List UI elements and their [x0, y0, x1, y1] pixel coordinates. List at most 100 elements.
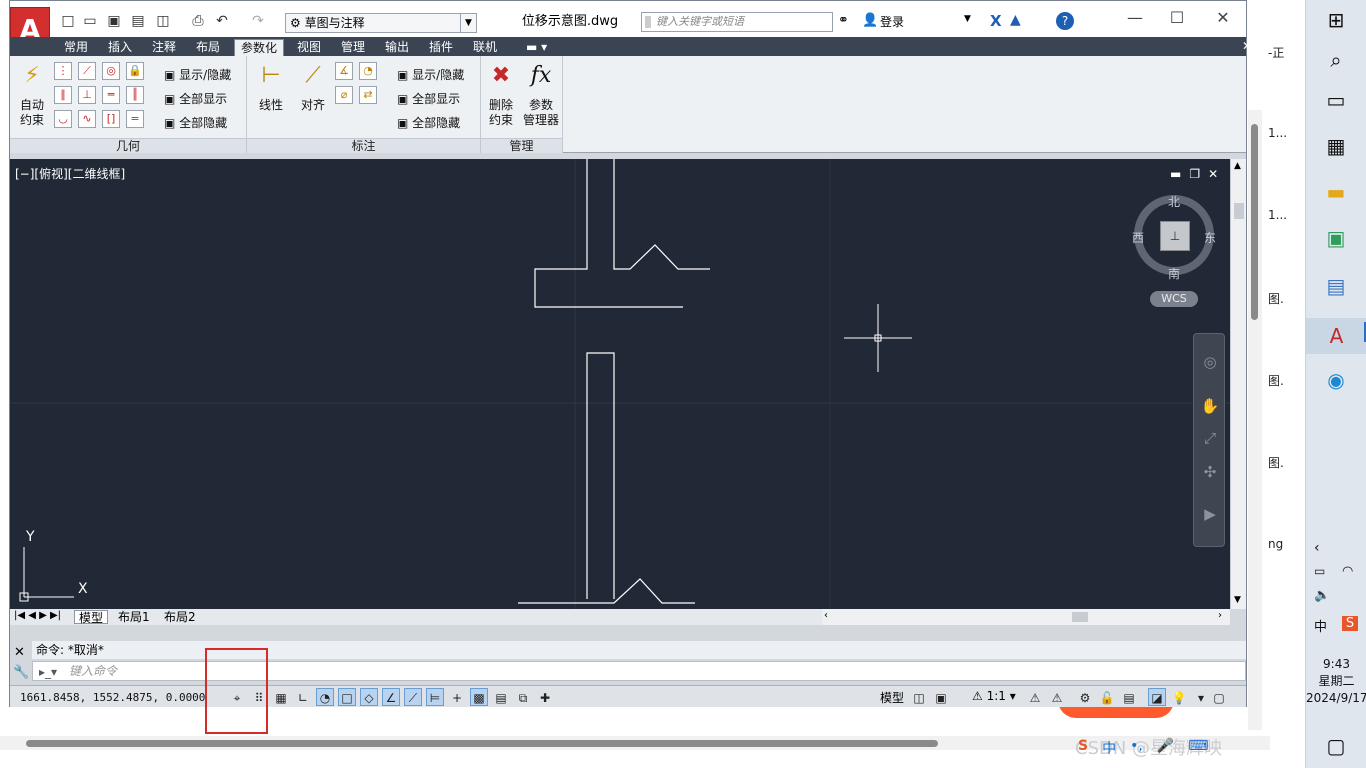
- quick-view-layouts-icon[interactable]: ◫: [910, 688, 928, 706]
- notification-icon[interactable]: ▢: [1322, 732, 1350, 760]
- viewport-minimize-icon[interactable]: ▬: [1170, 167, 1181, 181]
- clock[interactable]: 9:43 星期二 2024/9/17: [1306, 656, 1366, 707]
- status-menu-icon[interactable]: ▾: [1192, 688, 1210, 706]
- tab-annotate[interactable]: 注释: [146, 39, 182, 56]
- compass-east[interactable]: 东: [1204, 229, 1216, 246]
- fix-constraint-icon[interactable]: 🔒: [126, 62, 144, 80]
- show-hide-geometric-button[interactable]: ▣ 显示/隐藏: [164, 66, 231, 83]
- concentric-constraint-icon[interactable]: ◎: [102, 62, 120, 80]
- isolate-objects-icon[interactable]: ◪: [1148, 688, 1166, 706]
- object-snap-icon[interactable]: □: [338, 688, 356, 706]
- save-as-icon[interactable]: ▤: [130, 13, 146, 29]
- undo-icon[interactable]: ↶: [214, 13, 230, 29]
- autocad-taskbar-icon[interactable]: A: [1306, 318, 1366, 354]
- smooth-constraint-icon[interactable]: ∿: [78, 110, 96, 128]
- parameters-manager-button[interactable]: fx 参数 管理器: [519, 60, 563, 128]
- annotation-visibility-icon[interactable]: ⚠: [1026, 688, 1044, 706]
- scroll-thumb[interactable]: [1234, 203, 1244, 219]
- new-file-icon[interactable]: □: [60, 13, 76, 29]
- help-icon[interactable]: ?: [1056, 12, 1074, 30]
- windows-start-icon[interactable]: ⊞: [1322, 6, 1350, 34]
- tab-model[interactable]: 模型: [74, 610, 109, 625]
- tab-parametric[interactable]: 参数化: [234, 39, 285, 56]
- tab-home[interactable]: 常用: [58, 39, 94, 56]
- tab-layout2[interactable]: 布局2: [160, 610, 200, 624]
- diameter-dimension-icon[interactable]: ⌀: [335, 86, 353, 104]
- ribbon-options-icon[interactable]: ▬ ▾: [520, 39, 553, 56]
- geometry-panel-label[interactable]: 几何: [10, 138, 246, 153]
- tangent-constraint-icon[interactable]: ◡: [54, 110, 72, 128]
- tab-plugins[interactable]: 插件: [423, 39, 459, 56]
- coordinate-readout[interactable]: 1661.8458, 1552.4875, 0.0000: [20, 691, 205, 704]
- lightbulb-icon[interactable]: 💡: [1170, 688, 1188, 706]
- vertical-constraint-icon[interactable]: ║: [126, 86, 144, 104]
- parallel-constraint-icon[interactable]: ∥: [54, 86, 72, 104]
- edge-browser-icon[interactable]: ◉: [1322, 366, 1350, 394]
- aligned-dimension-button[interactable]: ⟋ 对齐: [295, 60, 331, 113]
- tab-insert[interactable]: 插入: [102, 39, 138, 56]
- showmotion-icon[interactable]: ▶: [1200, 504, 1220, 524]
- selection-cycling-icon[interactable]: ⧉: [514, 688, 532, 706]
- volume-muted-icon[interactable]: 🔈: [1314, 588, 1330, 603]
- minimize-button[interactable]: —: [1120, 7, 1150, 29]
- workspace-select[interactable]: ⚙ 草图与注释 ▼: [285, 13, 477, 33]
- chevron-up-icon[interactable]: ‹: [1314, 540, 1320, 556]
- scroll-down-icon[interactable]: ▼: [1234, 595, 1241, 605]
- compass-south[interactable]: 南: [1168, 265, 1180, 282]
- ribbon-close-icon[interactable]: ✕: [1242, 39, 1252, 53]
- login-button[interactable]: 登录: [880, 13, 904, 30]
- user-icon[interactable]: 👤: [862, 13, 878, 28]
- collinear-constraint-icon[interactable]: ⟋: [78, 62, 96, 80]
- dynamic-input-icon[interactable]: ⊨: [426, 688, 444, 706]
- open-file-icon[interactable]: ▭: [82, 13, 98, 29]
- pan-hand-icon[interactable]: ✋: [1200, 396, 1220, 416]
- radius-dimension-icon[interactable]: ◔: [359, 62, 377, 80]
- manage-panel-label[interactable]: 管理: [481, 138, 562, 153]
- zoom-extents-icon[interactable]: ⤢: [1200, 428, 1220, 448]
- coincident-constraint-icon[interactable]: ⋮: [54, 62, 72, 80]
- 3d-object-snap-icon[interactable]: ◇: [360, 688, 378, 706]
- annotation-monitor-icon[interactable]: ✚: [536, 688, 554, 706]
- linear-dimension-button[interactable]: ⊢ 线性: [253, 60, 289, 113]
- symmetric-constraint-icon[interactable]: []: [102, 110, 120, 128]
- file-explorer-icon[interactable]: ▬: [1322, 178, 1350, 206]
- angular-dimension-icon[interactable]: ∡: [335, 62, 353, 80]
- viewport-restore-icon[interactable]: ❐: [1189, 167, 1200, 181]
- clean-screen-icon[interactable]: ▢: [1210, 688, 1228, 706]
- lineweight-icon[interactable]: +: [448, 688, 466, 706]
- scroll-left-icon[interactable]: ‹: [824, 610, 828, 621]
- close-command-icon[interactable]: ✕: [14, 645, 25, 660]
- print-icon[interactable]: ⎙: [190, 13, 206, 29]
- search-icon[interactable]: ⌕: [1322, 46, 1350, 74]
- compass-west[interactable]: 西: [1132, 229, 1144, 246]
- drawing-viewport[interactable]: Y X [−][俯视][二维线框] ▬ ❐ ✕ ⊥ 北 南 西 东 WCS ◎ …: [10, 159, 1230, 609]
- hide-all-dimensional-button[interactable]: ▣ 全部隐藏: [397, 114, 460, 131]
- customize-wrench-icon[interactable]: 🔧: [13, 665, 29, 680]
- chevron-down-icon[interactable]: ▼: [964, 14, 971, 24]
- object-snap-tracking-icon[interactable]: ∠: [382, 688, 400, 706]
- horizontal-constraint-icon[interactable]: ═: [102, 86, 120, 104]
- wcs-menu[interactable]: WCS: [1150, 291, 1198, 307]
- viewport-vertical-scrollbar[interactable]: ▲ ▼: [1230, 159, 1246, 609]
- ime-indicator[interactable]: 中: [1314, 616, 1327, 635]
- task-view-icon[interactable]: ▭: [1322, 86, 1350, 114]
- ime-chinese[interactable]: 中: [1102, 738, 1116, 758]
- keyboard-icon[interactable]: ⌨: [1188, 738, 1208, 758]
- show-all-dimensional-button[interactable]: ▣ 全部显示: [397, 90, 460, 107]
- delete-constraints-button[interactable]: ✖ 删除 约束: [483, 60, 519, 128]
- tab-online[interactable]: 联机: [467, 39, 503, 56]
- toolbar-lock-icon[interactable]: 🔓: [1098, 688, 1116, 706]
- viewport-close-icon[interactable]: ✕: [1208, 167, 1218, 181]
- layout-nav-arrows[interactable]: |◀ ◀ ▶ ▶|: [14, 610, 61, 621]
- search-input[interactable]: 键入关键字或短语: [641, 12, 833, 32]
- quick-properties-icon[interactable]: ▤: [492, 688, 510, 706]
- save-icon[interactable]: ▣: [106, 13, 122, 29]
- publish-icon[interactable]: ◫: [155, 13, 171, 29]
- viewcube-top-face[interactable]: ⊥: [1160, 221, 1190, 251]
- image-app-icon[interactable]: ▣: [1322, 224, 1350, 252]
- workspace-switching-icon[interactable]: ⚙: [1076, 688, 1094, 706]
- tab-layout1[interactable]: 布局1: [114, 610, 154, 624]
- network-app-icon[interactable]: ▤: [1322, 272, 1350, 300]
- show-all-geometric-button[interactable]: ▣ 全部显示: [164, 90, 227, 107]
- tab-output[interactable]: 输出: [379, 39, 415, 56]
